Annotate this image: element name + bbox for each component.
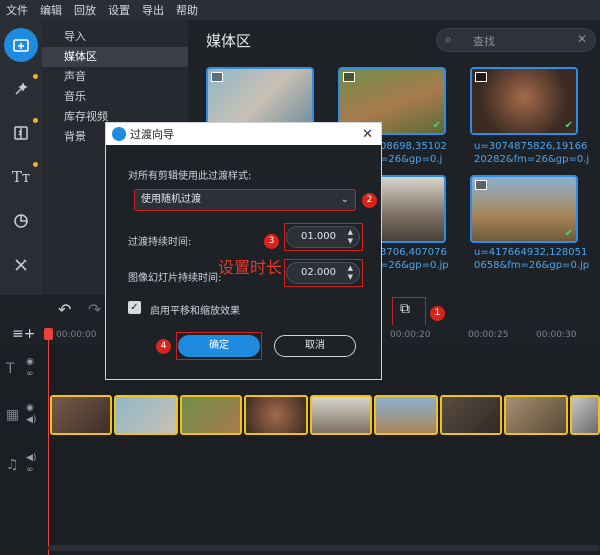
search-icon: ⌕ — [445, 32, 452, 46]
ok-button[interactable]: 确定 — [178, 335, 260, 357]
menu-help[interactable]: 帮助 — [176, 2, 198, 18]
category-sound[interactable]: 声音 — [42, 67, 188, 87]
tools-icon[interactable] — [4, 248, 38, 282]
check-icon: ✔ — [432, 120, 441, 131]
undo-icon[interactable]: ↶ — [58, 300, 71, 319]
category-import[interactable]: 导入 — [42, 27, 188, 47]
app-logo-icon — [112, 127, 126, 141]
image-icon — [211, 72, 223, 82]
media-thumbnail[interactable]: ✔ — [470, 67, 578, 135]
stepper-arrows-icon[interactable]: ▲ ▼ — [348, 264, 353, 282]
timeline-clip[interactable] — [374, 395, 438, 435]
panzoom-label: 启用平移和缩放效果 — [150, 306, 240, 317]
notification-dot — [33, 118, 38, 123]
sticker-icon[interactable] — [4, 204, 38, 238]
image-icon — [343, 72, 355, 82]
timeline-scrollbar[interactable] — [48, 545, 600, 551]
eye-icon[interactable]: ◉ — [26, 403, 34, 413]
transition-style-select[interactable]: 使用随机过渡 ⌄ — [134, 189, 356, 211]
timeline-clip[interactable] — [570, 395, 600, 435]
link-icon[interactable]: ∞ — [26, 369, 34, 379]
redo-icon[interactable]: ↷ — [88, 300, 101, 319]
volume-icon[interactable]: ◀) — [26, 453, 36, 463]
image-icon — [475, 72, 487, 82]
timeline-clip[interactable] — [440, 395, 502, 435]
playhead[interactable] — [48, 328, 49, 555]
link-icon[interactable]: ∞ — [26, 465, 34, 475]
panzoom-checkbox[interactable]: ✓ — [128, 301, 141, 314]
transition-wizard-dialog: 过渡向导 ✕ 对所有剪辑使用此过渡样式: 使用随机过渡 ⌄ 2 过渡持续时间: … — [105, 122, 382, 380]
annotation-set-duration: 设置时长 — [218, 258, 283, 277]
timeline-clip[interactable] — [180, 395, 242, 435]
eye-icon[interactable]: ◉ — [26, 357, 34, 367]
add-track-icon[interactable]: ≡+ — [12, 326, 35, 342]
volume-icon[interactable]: ◀) — [26, 415, 36, 425]
slide-duration-label: 图像幻灯片持续时间: — [128, 273, 222, 284]
menu-file[interactable]: 文件 — [6, 2, 28, 18]
dialog-title: 过渡向导 — [130, 128, 174, 141]
image-icon — [475, 180, 487, 190]
add-media-icon[interactable] — [4, 28, 38, 62]
menu-settings[interactable]: 设置 — [108, 2, 130, 18]
timeline-clip[interactable] — [114, 395, 178, 435]
clear-icon[interactable]: ✕ — [577, 32, 587, 46]
search-input[interactable]: ⌕ 查找 ✕ — [436, 28, 596, 52]
menu-edit[interactable]: 编辑 — [40, 2, 62, 18]
chevron-down-icon: ⌄ — [340, 194, 349, 205]
step-badge-4: 4 — [156, 339, 171, 354]
video-track-icon: ▦ — [6, 407, 20, 423]
media-caption: u=3074875826,19166 20282&fm=26&gp=0.j — [474, 141, 590, 165]
transition-wizard-icon[interactable]: ⧉ — [400, 301, 410, 317]
tool-rail: Tт — [0, 20, 42, 295]
media-caption: u=417664932,128051 0658&fm=26&gp=0.jp — [474, 247, 590, 271]
check-icon: ✔ — [564, 120, 573, 131]
slide-duration-stepper[interactable]: 02.000 ▲ ▼ — [286, 262, 360, 284]
step-badge-3: 3 — [264, 234, 279, 249]
stepper-arrows-icon[interactable]: ▲ ▼ — [348, 228, 353, 246]
cancel-button[interactable]: 取消 — [274, 335, 356, 357]
timeline-clip[interactable] — [244, 395, 308, 435]
page-title: 媒体区 — [206, 32, 252, 50]
transition-duration-stepper[interactable]: 01.000 ▲ ▼ — [286, 226, 360, 248]
timeline-clip[interactable] — [504, 395, 568, 435]
apply-style-label: 对所有剪辑使用此过渡样式: — [128, 171, 252, 182]
dialog-titlebar: 过渡向导 ✕ — [106, 123, 381, 145]
menu-playback[interactable]: 回放 — [74, 2, 96, 18]
category-music[interactable]: 音乐 — [42, 87, 188, 107]
category-media[interactable]: 媒体区 — [42, 47, 188, 67]
text-track-icon: T — [6, 361, 15, 377]
transition-duration-label: 过渡持续时间: — [128, 237, 192, 248]
timeline-clip[interactable] — [50, 395, 112, 435]
menu-export[interactable]: 导出 — [142, 2, 164, 18]
menu-bar: 文件 编辑 回放 设置 导出 帮助 — [0, 0, 600, 20]
media-thumbnail[interactable]: ✔ — [470, 175, 578, 243]
notification-dot — [33, 162, 38, 167]
step-badge-2: 2 — [362, 193, 377, 208]
notification-dot — [33, 74, 38, 79]
timeline-clip[interactable] — [310, 395, 372, 435]
check-icon: ✔ — [564, 228, 573, 239]
step-badge-1: 1 — [430, 306, 445, 321]
close-icon[interactable]: ✕ — [362, 127, 373, 142]
music-track-icon: ♫ — [6, 457, 19, 473]
